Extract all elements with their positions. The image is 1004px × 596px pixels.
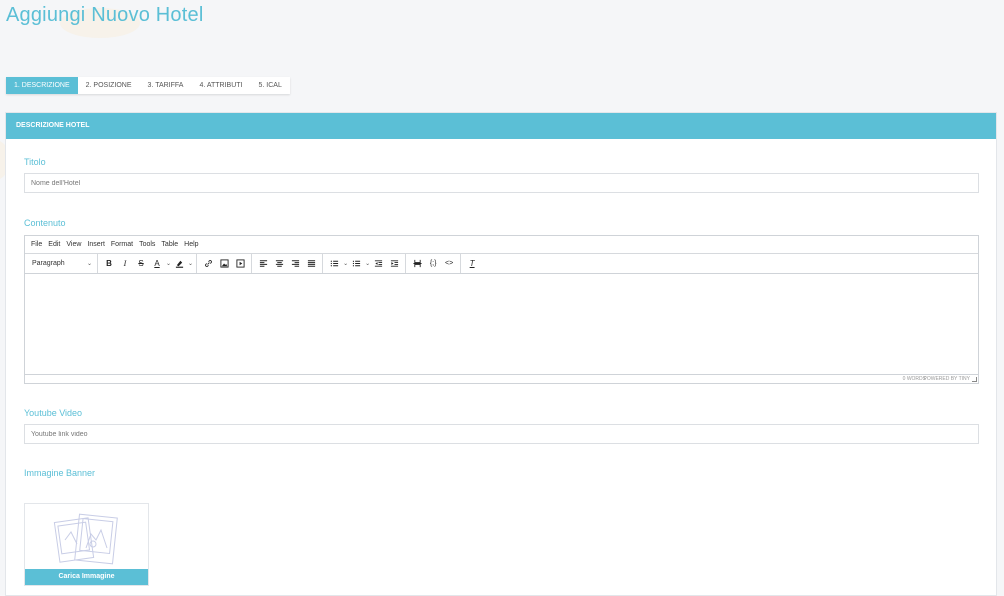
page-break-icon[interactable]: [409, 256, 425, 272]
media-icon[interactable]: [232, 256, 248, 272]
tab-posizione[interactable]: 2. POSIZIONE: [78, 77, 140, 94]
tab-tariffa[interactable]: 3. TARIFFA: [140, 77, 192, 94]
chevron-down-icon[interactable]: ⌄: [188, 260, 193, 267]
tab-attributi[interactable]: 4. ATTRIBUTI: [191, 77, 250, 94]
menu-file[interactable]: File: [28, 241, 45, 248]
numbered-list-icon[interactable]: [326, 256, 342, 272]
strikethrough-icon[interactable]: S: [133, 256, 149, 272]
link-icon[interactable]: [200, 256, 216, 272]
bold-icon[interactable]: B: [101, 256, 117, 272]
image-placeholder-icon: [53, 513, 118, 565]
menu-edit[interactable]: Edit: [45, 241, 63, 248]
tab-descrizione[interactable]: 1. DESCRIZIONE: [6, 77, 78, 94]
powered-by-link[interactable]: POWERED BY TINY: [924, 376, 971, 382]
clear-formatting-icon[interactable]: T: [464, 256, 480, 272]
titolo-label: Titolo: [24, 157, 46, 167]
clear-group: T: [461, 254, 483, 273]
youtube-input[interactable]: [24, 424, 979, 444]
align-right-icon[interactable]: [287, 256, 303, 272]
upload-image-button[interactable]: Carica Immagine: [25, 569, 148, 585]
contenuto-label: Contenuto: [24, 218, 66, 228]
editor-toolbar: Paragraph ⌄ B I S A ⌄ ⌄ ⌄ ⌄ {;} <> T: [25, 254, 978, 274]
menu-insert[interactable]: Insert: [84, 241, 108, 248]
card-header: DESCRIZIONE HOTEL: [6, 113, 996, 139]
menu-format[interactable]: Format: [108, 241, 136, 248]
menu-help[interactable]: Help: [181, 241, 201, 248]
align-group: [252, 254, 324, 273]
text-style-group: B I S A ⌄ ⌄: [98, 254, 198, 273]
word-count: 0 WORDS: [902, 376, 926, 382]
text-color-icon[interactable]: A: [149, 256, 165, 272]
misc-group: {;} <>: [406, 254, 462, 273]
youtube-label: Youtube Video: [24, 408, 83, 418]
wizard-tabs: 1. DESCRIZIONE 2. POSIZIONE 3. TARIFFA 4…: [6, 77, 290, 94]
resize-handle-icon[interactable]: [972, 377, 977, 382]
banner-uploader[interactable]: Carica Immagine: [24, 503, 149, 586]
align-justify-icon[interactable]: [303, 256, 319, 272]
indent-icon[interactable]: [386, 256, 402, 272]
banner-label: Immagine Banner: [24, 468, 96, 478]
block-format-select[interactable]: Paragraph ⌄: [30, 260, 94, 267]
rich-text-editor: File Edit View Insert Format Tools Table…: [24, 235, 979, 384]
menu-table[interactable]: Table: [158, 241, 181, 248]
align-left-icon[interactable]: [255, 256, 271, 272]
outdent-icon[interactable]: [370, 256, 386, 272]
code-sample-icon[interactable]: {;}: [425, 256, 441, 272]
italic-icon[interactable]: I: [117, 256, 133, 272]
chevron-down-icon: ⌄: [86, 261, 92, 267]
align-center-icon[interactable]: [271, 256, 287, 272]
highlight-icon[interactable]: [171, 256, 187, 272]
block-format-value: Paragraph: [32, 260, 65, 267]
titolo-input[interactable]: [24, 173, 979, 193]
tab-ical[interactable]: 5. ICAL: [251, 77, 290, 94]
list-group: ⌄ ⌄: [323, 254, 407, 273]
insert-group: [197, 254, 253, 273]
image-icon[interactable]: [216, 256, 232, 272]
source-code-icon[interactable]: <>: [441, 256, 457, 272]
editor-statusbar: 0 WORDS POWERED BY TINY: [25, 374, 978, 383]
editor-menubar: File Edit View Insert Format Tools Table…: [25, 236, 978, 254]
bullet-list-icon[interactable]: [348, 256, 364, 272]
menu-tools[interactable]: Tools: [136, 241, 158, 248]
hotel-description-card: DESCRIZIONE HOTEL Titolo Contenuto File …: [5, 112, 997, 596]
format-group: Paragraph ⌄: [27, 254, 98, 273]
page-title: Aggiungi Nuovo Hotel: [6, 4, 204, 26]
menu-view[interactable]: View: [63, 241, 84, 248]
editor-content-area[interactable]: [25, 274, 978, 374]
